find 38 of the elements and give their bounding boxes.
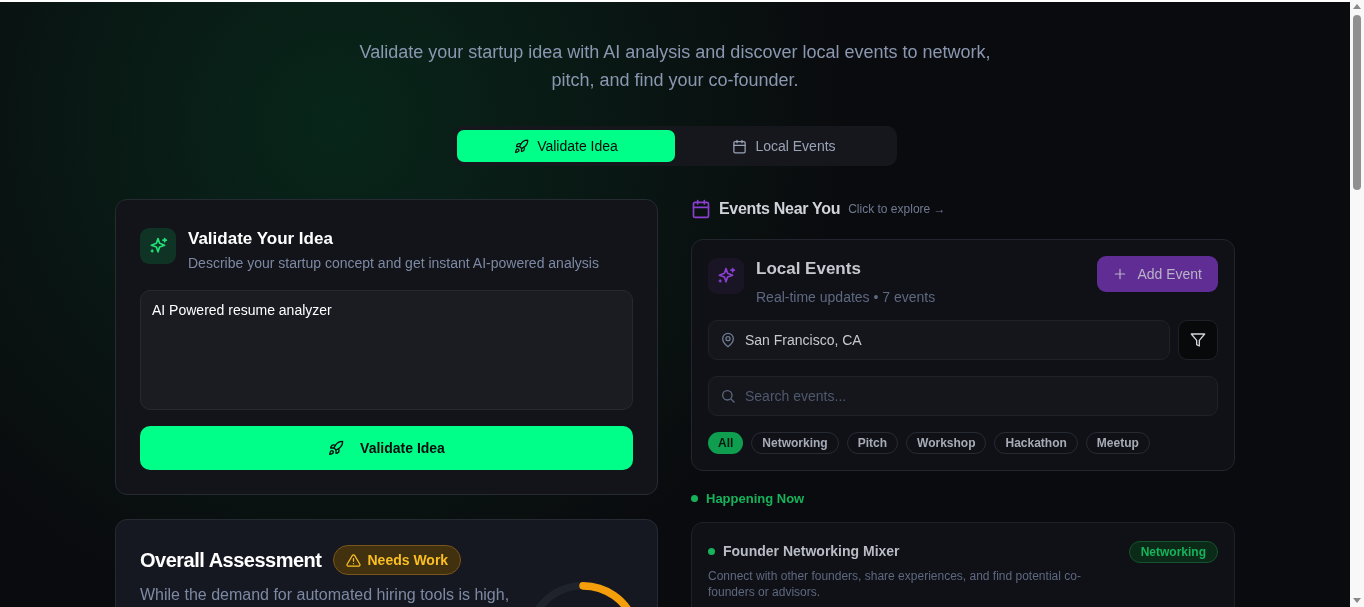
location-field[interactable]: San Francisco, CA bbox=[708, 319, 1170, 360]
category-tag: Networking bbox=[1128, 541, 1218, 563]
scroll-down-icon[interactable] bbox=[1353, 598, 1361, 603]
card-subtitle: Describe your startup concept and get instant AI-powered analysis bbox=[188, 254, 599, 273]
validate-button[interactable]: Validate Idea bbox=[140, 426, 633, 470]
search-field[interactable]: Search events... bbox=[708, 375, 1218, 416]
event-title: Founder Networking Mixer bbox=[723, 542, 900, 561]
section-title: Events Near You bbox=[719, 199, 841, 219]
panel-title: Local Events bbox=[756, 258, 862, 280]
search-icon bbox=[720, 387, 736, 404]
calendar-icon bbox=[732, 138, 748, 154]
section-label: Happening Now bbox=[706, 489, 805, 508]
status-badge: Needs Work bbox=[333, 545, 462, 575]
assessment-text: While the demand for automated hiring tools is high, bbox=[140, 585, 510, 605]
add-event-button[interactable]: Add Event bbox=[1097, 256, 1218, 292]
subtitle: Validate your startup idea with AI analysis and discover local events to network, pitch, and find your co-founder. bbox=[358, 41, 992, 92]
filter-button[interactable] bbox=[1178, 319, 1218, 360]
filter-chip[interactable]: All bbox=[708, 431, 744, 454]
explore-link[interactable]: Click to explore → bbox=[848, 200, 946, 218]
scrollbar-thumb[interactable] bbox=[1353, 15, 1361, 190]
scroll-up-icon[interactable] bbox=[1353, 4, 1361, 9]
panel-subtitle: Real-time updates • 7 events bbox=[756, 287, 937, 307]
filter-icon bbox=[1190, 331, 1206, 348]
location-pin-icon bbox=[720, 331, 736, 348]
calendar-icon bbox=[691, 199, 711, 219]
event-description: Connect with other founders, share experiences, and find potential co-founders or advisors. bbox=[708, 568, 1082, 600]
idea-field[interactable]: AI Powered resume analyzer bbox=[140, 290, 633, 410]
card-title: Validate Your Idea bbox=[188, 228, 334, 250]
tab[interactable]: Validate Idea bbox=[457, 130, 675, 162]
scrollbar[interactable] bbox=[1350, 0, 1364, 607]
tab[interactable]: Local Events bbox=[675, 130, 893, 162]
plus-icon bbox=[1113, 267, 1128, 281]
sparkle-icon bbox=[140, 228, 176, 264]
sparkle-icon bbox=[708, 258, 744, 294]
warning-icon bbox=[346, 552, 362, 568]
rocket-icon bbox=[514, 138, 530, 154]
card-title: Overall Assessment bbox=[140, 548, 322, 573]
rocket-icon bbox=[328, 440, 345, 456]
